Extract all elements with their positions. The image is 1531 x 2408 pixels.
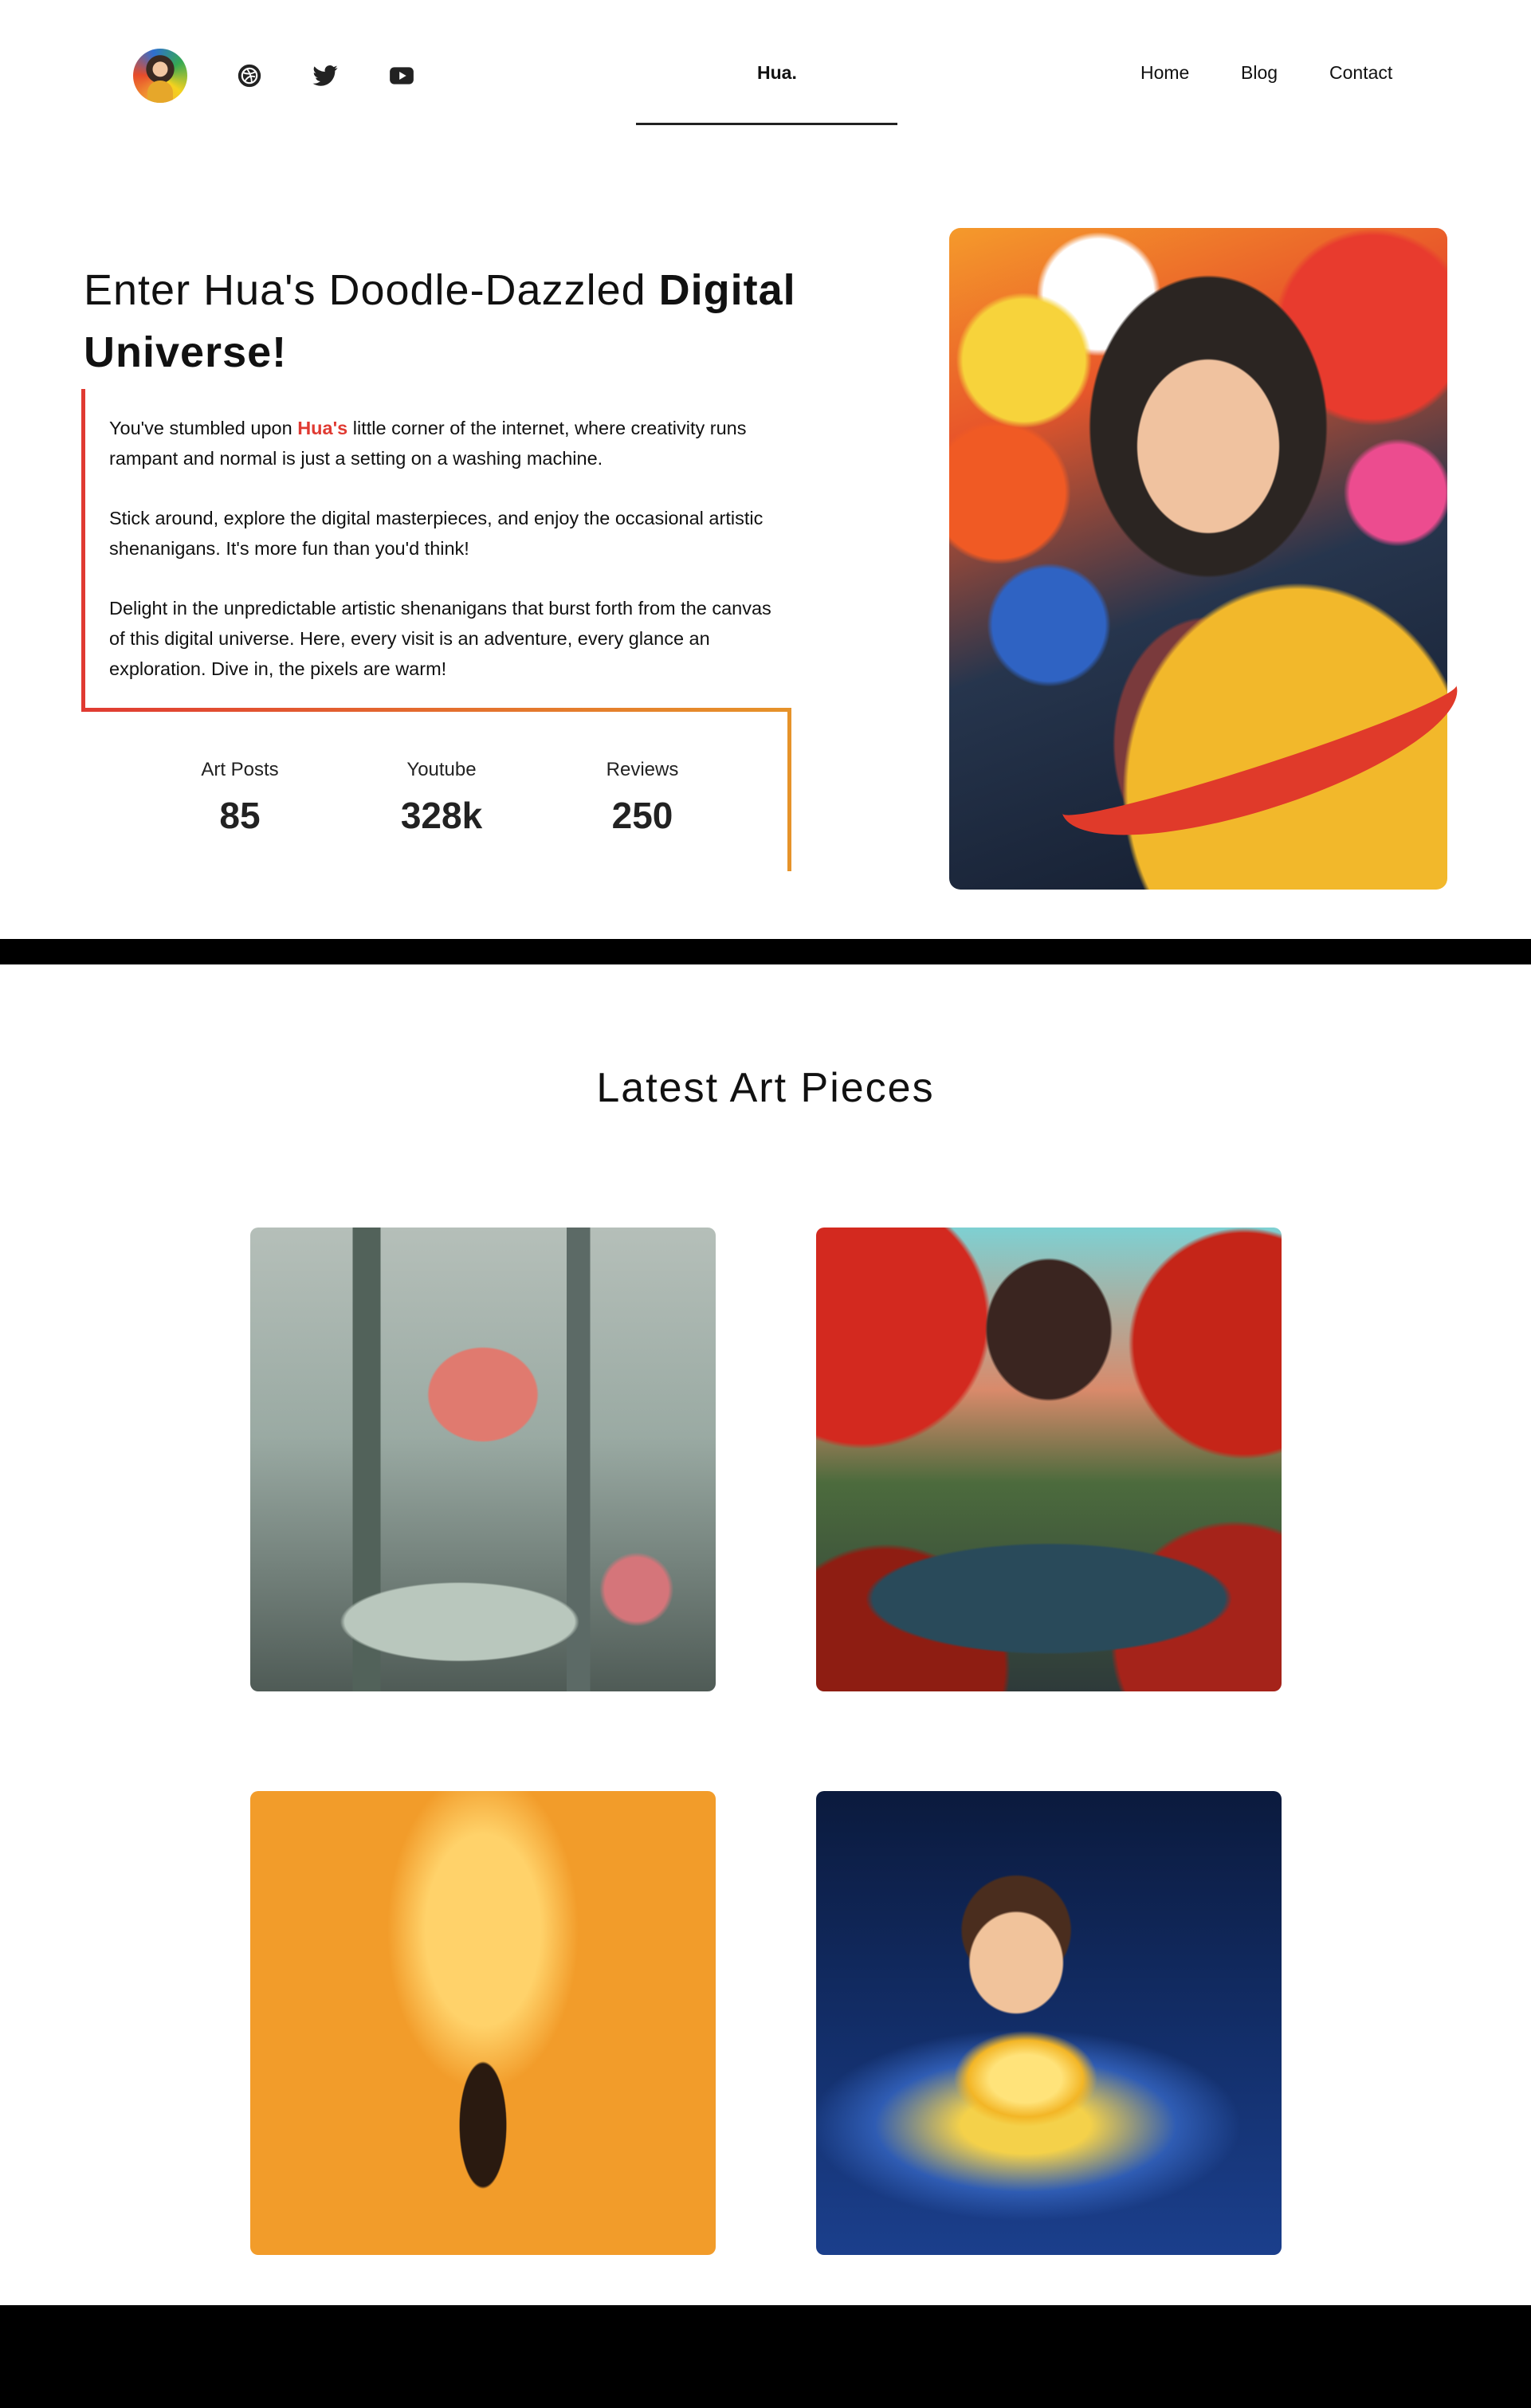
youtube-icon[interactable] — [386, 60, 418, 92]
section-divider — [0, 939, 1531, 964]
hero-p1-text: You've stumbled upon — [109, 418, 298, 438]
stat-value: 85 — [219, 795, 261, 836]
art-piece-sunset-elevator[interactable] — [250, 1791, 716, 2255]
nav-contact[interactable]: Contact — [1329, 62, 1392, 84]
hero-paragraph-1: You've stumbled upon Hua's little corner… — [109, 413, 783, 473]
nav-home[interactable]: Home — [1140, 62, 1189, 84]
twitter-icon[interactable] — [309, 60, 341, 92]
stat-value: 328k — [400, 795, 483, 836]
dribbble-icon[interactable] — [234, 60, 265, 92]
brand-underline — [636, 123, 897, 125]
stat-label: Youtube — [406, 759, 477, 780]
hero-frame-left-border — [81, 389, 85, 712]
hero-title: Enter Hua's Doodle-Dazzled Digital Unive… — [84, 259, 801, 383]
stat-label: Reviews — [606, 759, 679, 780]
hero-title-regular: Enter Hua's Doodle-Dazzled — [84, 266, 659, 314]
brand-logo[interactable]: Hua. — [757, 62, 797, 84]
art-piece-pagoda[interactable] — [816, 1228, 1282, 1691]
stat-value: 250 — [611, 795, 673, 836]
hero-paragraph-3: Delight in the unpredictable artistic sh… — [109, 598, 771, 679]
site-header: Hua. Home Blog Contact — [0, 0, 1531, 151]
stat-art-posts: Art Posts 85 — [160, 759, 320, 837]
stat-youtube: Youtube 328k — [362, 759, 521, 837]
art-piece-glowing-water[interactable] — [816, 1791, 1282, 2255]
stat-reviews: Reviews 250 — [563, 759, 722, 837]
art-piece-castle[interactable] — [250, 1228, 716, 1691]
hero-highlight-name: Hua's — [297, 418, 348, 438]
hero-paragraph-2: Stick around, explore the digital master… — [109, 508, 764, 559]
hero-frame-right-border — [787, 708, 791, 871]
hero-frame-bottom-border — [81, 708, 791, 712]
avatar[interactable] — [133, 49, 187, 103]
stat-label: Art Posts — [201, 759, 279, 780]
site-footer — [0, 2305, 1531, 2408]
nav-blog[interactable]: Blog — [1241, 62, 1278, 84]
gallery-title: Latest Art Pieces — [596, 1065, 935, 1111]
